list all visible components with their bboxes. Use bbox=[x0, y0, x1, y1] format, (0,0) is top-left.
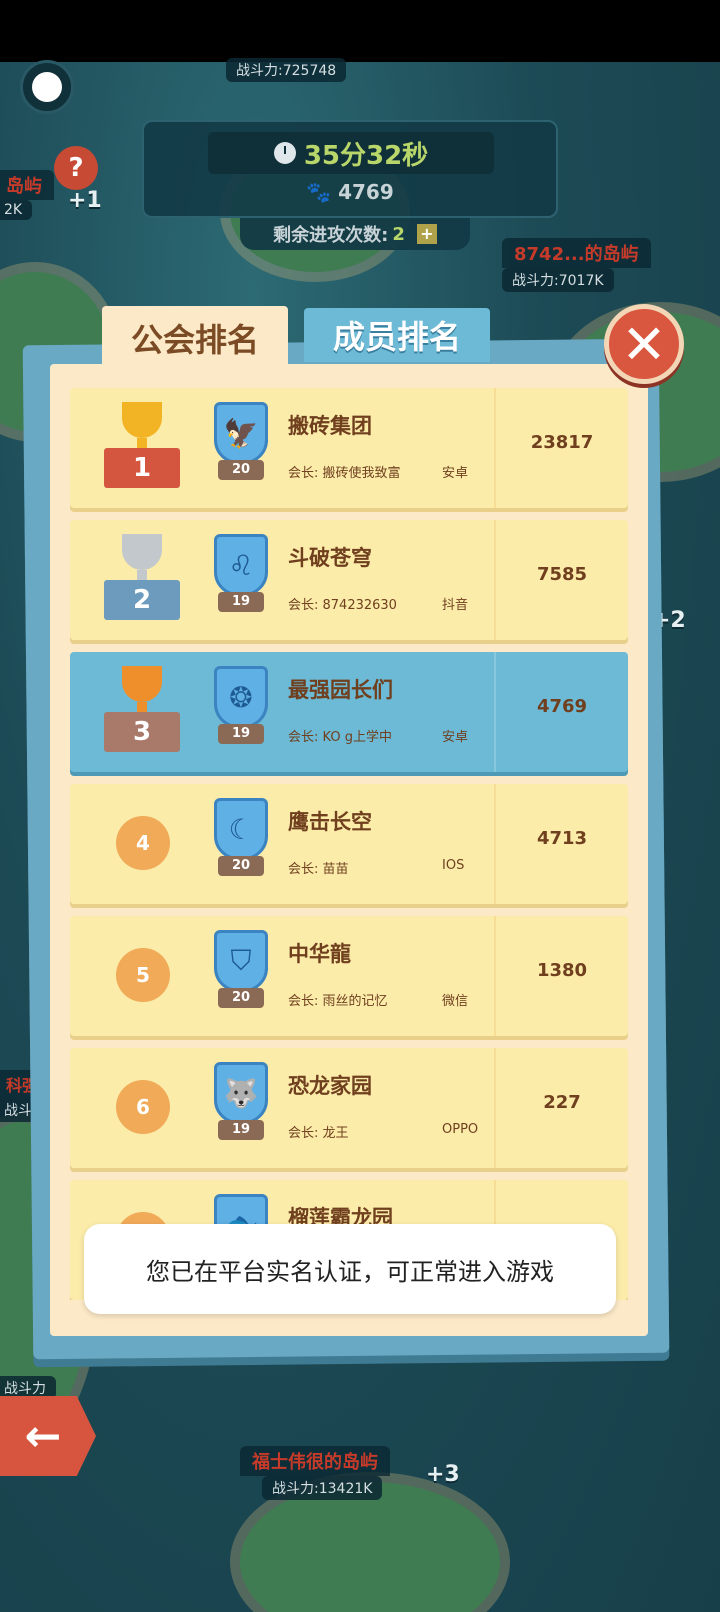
guild-platform: IOS bbox=[442, 858, 465, 873]
toast-message: 您已在平台实名认证，可正常进入游戏 bbox=[84, 1224, 616, 1314]
guild-row[interactable]: 4 ☾ 20 鹰击长空 会长: 苗苗 IOS 4713 bbox=[70, 784, 628, 904]
avatar-button[interactable] bbox=[20, 60, 74, 114]
back-arrow-icon: ← bbox=[24, 1410, 62, 1462]
moon-icon: ☾ bbox=[214, 798, 268, 860]
guild-score: 1380 bbox=[536, 960, 588, 981]
attacks-value: 2 bbox=[392, 223, 405, 245]
tab-guild-ranking[interactable]: 公会排名 bbox=[102, 306, 288, 370]
guild-name: 搬砖集团 bbox=[288, 414, 372, 438]
guild-row[interactable]: 2 ♌ 19 斗破苍穹 会长: 874232630 抖音 7585 bbox=[70, 520, 628, 640]
timer-text: 35分32秒 bbox=[303, 140, 429, 171]
add-attacks-icon[interactable]: + bbox=[416, 224, 437, 244]
remaining-attacks: 剩余进攻次数: 2 + bbox=[240, 218, 470, 250]
guild-level: 19 bbox=[218, 592, 264, 612]
guild-leader: 会长: KO g上学中 bbox=[288, 730, 392, 745]
guild-platform: OPPO bbox=[442, 1122, 479, 1137]
bottom-enemy-power: 战斗力:13421K bbox=[262, 1476, 383, 1500]
rank-number: 2 bbox=[104, 580, 180, 620]
guild-level: 19 bbox=[218, 724, 264, 744]
guild-emblem: ❂ 19 bbox=[210, 666, 272, 748]
attacks-label: 剩余进攻次数: bbox=[273, 225, 389, 246]
paw-count: 4769 bbox=[338, 180, 394, 204]
guild-score: 7585 bbox=[536, 564, 588, 585]
silver-trophy-icon: 2 bbox=[104, 534, 180, 620]
guild-name: 中华龍 bbox=[288, 942, 351, 966]
guild-leader: 会长: 龙王 bbox=[288, 1126, 349, 1141]
tab-member-ranking[interactable]: 成员排名 bbox=[304, 308, 490, 362]
guild-emblem: ⛉ 20 bbox=[210, 930, 272, 1012]
bronze-trophy-icon: 3 bbox=[104, 666, 180, 752]
guild-name: 鹰击长空 bbox=[288, 810, 372, 834]
guild-platform: 安卓 bbox=[442, 730, 469, 745]
guild-name: 恐龙家园 bbox=[288, 1074, 372, 1098]
island-bottom bbox=[240, 1482, 500, 1612]
guild-row[interactable]: 1 🦅 20 搬砖集团 会长: 搬砖使我致富 安卓 23817 bbox=[70, 388, 628, 508]
rank-badge: 6 bbox=[116, 1080, 170, 1134]
guild-score: 4769 bbox=[536, 696, 588, 717]
guild-platform: 微信 bbox=[442, 994, 469, 1009]
bottom-plus: +3 bbox=[426, 1462, 460, 1487]
rank-badge: 5 bbox=[116, 948, 170, 1002]
guild-leader: 会长: 雨丝的记忆 bbox=[288, 994, 388, 1009]
guild-level: 19 bbox=[218, 1120, 264, 1140]
left-plus: +1 bbox=[68, 188, 102, 213]
guild-emblem: 🐺 19 bbox=[210, 1062, 272, 1144]
guild-platform: 安卓 bbox=[442, 466, 469, 481]
paw-icon: 🐾 bbox=[306, 180, 339, 204]
rank-number: 1 bbox=[104, 448, 180, 488]
guild-platform: 抖音 bbox=[442, 598, 469, 613]
guild-row[interactable]: 5 ⛉ 20 中华龍 会长: 雨丝的记忆 微信 1380 bbox=[70, 916, 628, 1036]
left-enemy-name[interactable]: 岛屿 bbox=[0, 170, 54, 200]
guild-level: 20 bbox=[218, 988, 264, 1008]
guild-score: 227 bbox=[543, 1092, 581, 1113]
close-button[interactable]: ✕ bbox=[604, 304, 684, 384]
guild-level: 20 bbox=[218, 460, 264, 480]
guild-emblem: ☾ 20 bbox=[210, 798, 272, 880]
avatar-dot bbox=[32, 72, 62, 102]
guild-row[interactable]: 3 ❂ 19 最强园长们 会长: KO g上学中 安卓 4769 bbox=[70, 652, 628, 772]
seahorse-icon: ❂ bbox=[214, 666, 268, 728]
guild-emblem: ♌ 19 bbox=[210, 534, 272, 616]
guild-row[interactable]: 6 🐺 19 恐龙家园 会长: 龙王 OPPO 227 bbox=[70, 1048, 628, 1168]
guild-score: 4713 bbox=[536, 828, 588, 849]
eagle-icon: 🦅 bbox=[214, 402, 268, 464]
gold-trophy-icon: 1 bbox=[104, 402, 180, 488]
guild-level: 20 bbox=[218, 856, 264, 876]
wolf-icon: 🐺 bbox=[214, 1062, 268, 1124]
rank-number: 3 bbox=[104, 712, 180, 752]
guild-emblem: 🦅 20 bbox=[210, 402, 272, 484]
shield-crest-icon: ⛉ bbox=[214, 930, 268, 992]
guild-name: 斗破苍穹 bbox=[288, 546, 372, 570]
top-power-chip: 战斗力:725748 bbox=[226, 58, 347, 82]
guild-score: 23817 bbox=[530, 432, 594, 453]
guild-ranking-list[interactable]: 1 🦅 20 搬砖集团 会长: 搬砖使我致富 安卓 23817 2 ♌ 19 斗… bbox=[70, 388, 628, 1300]
left-enemy-power: 2K bbox=[0, 200, 33, 220]
bottom-enemy-name[interactable]: 福士伟很的岛屿 bbox=[240, 1446, 390, 1476]
clock-icon bbox=[273, 142, 296, 164]
attack-timer-panel: 35分32秒 🐾 4769 bbox=[142, 120, 558, 218]
guild-leader: 会长: 874232630 bbox=[288, 598, 397, 613]
right-enemy-name[interactable]: 8742...的岛屿 bbox=[502, 238, 651, 268]
guild-leader: 会长: 搬砖使我致富 bbox=[288, 466, 401, 481]
question-icon[interactable]: ? bbox=[54, 146, 98, 190]
right-enemy-power: 战斗力:7017K bbox=[502, 268, 614, 292]
status-bar bbox=[0, 0, 720, 62]
rank-badge: 4 bbox=[116, 816, 170, 870]
guild-leader: 会长: 苗苗 bbox=[288, 862, 349, 877]
guild-name: 最强园长们 bbox=[288, 678, 393, 702]
back-button[interactable]: ← bbox=[0, 1396, 96, 1476]
lion-icon: ♌ bbox=[214, 534, 268, 596]
